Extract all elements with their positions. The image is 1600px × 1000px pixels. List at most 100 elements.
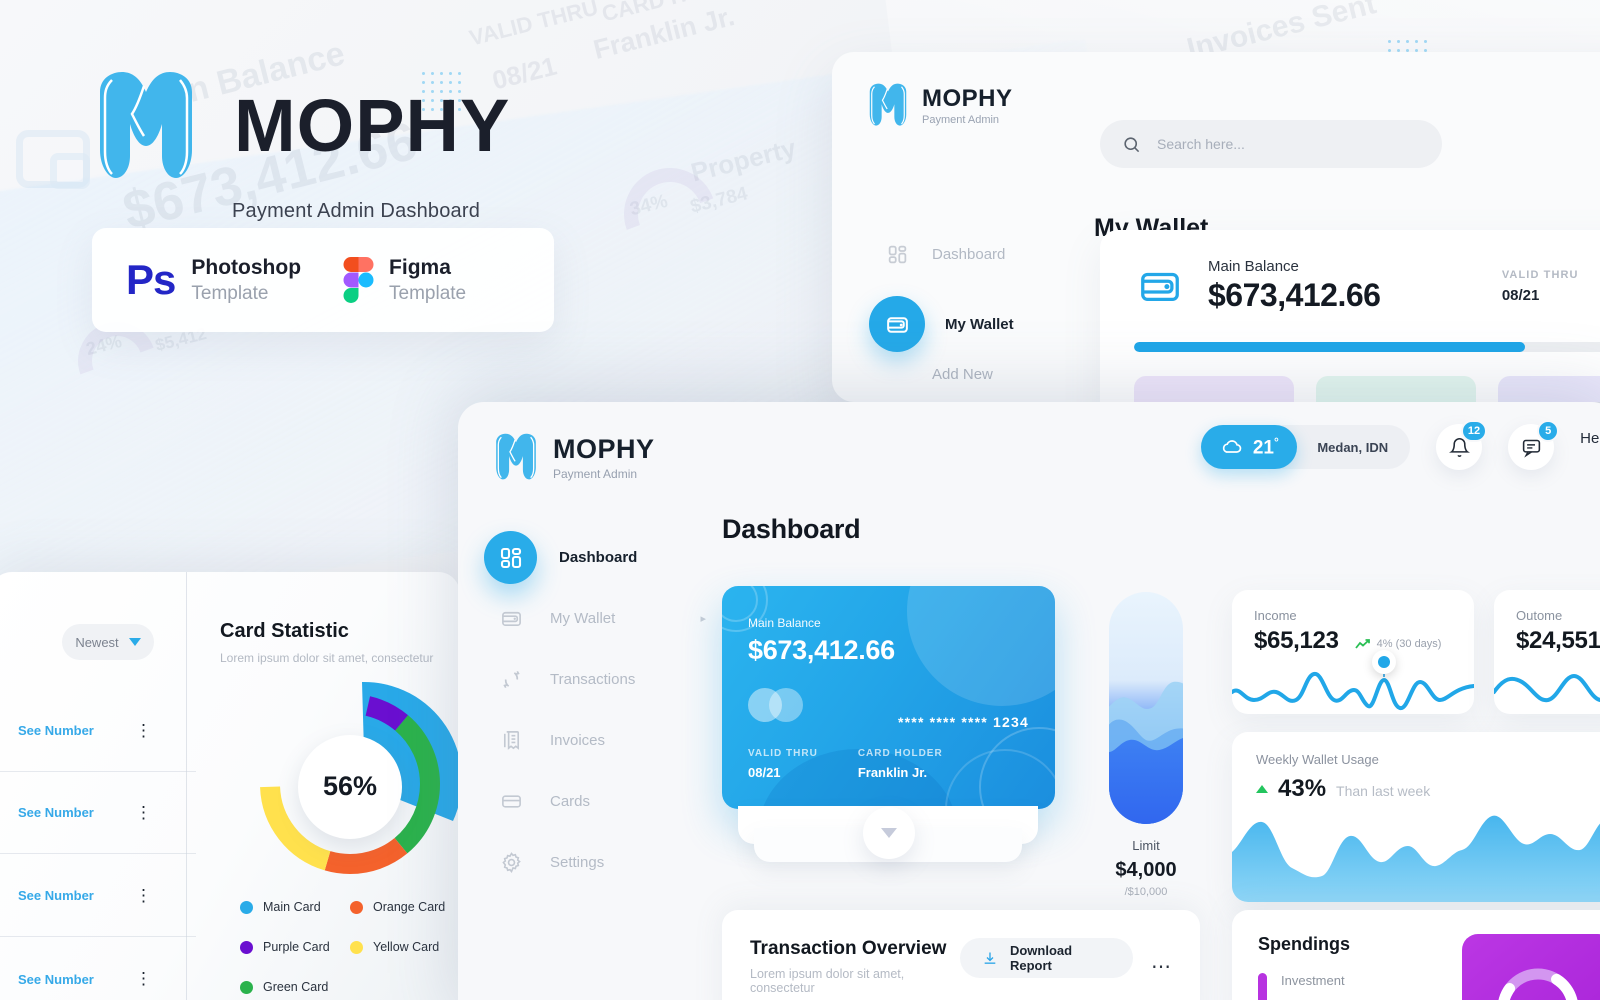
sidebar-item-label: Dashboard (932, 245, 1006, 263)
sidebar-item-my-wallet[interactable]: My Wallet ▸ (494, 588, 724, 649)
download-report-label: Download Report (1009, 943, 1073, 973)
more-vertical-icon[interactable]: ⋮ (135, 970, 152, 987)
mophy-logo-icon (496, 433, 536, 480)
main-dashboard-panel: MOPHY Payment Admin 21° Medan, IDN 12 5 … (458, 402, 1600, 1000)
subnav-item-add-new[interactable]: Add New (932, 366, 1122, 383)
sidebar-item-dashboard[interactable]: Dashboard (882, 228, 1122, 280)
card-number: **** **** **** 1234 (898, 714, 1029, 730)
notifications-button[interactable]: 12 (1436, 420, 1488, 470)
transaction-overview-title: Transaction Overview (750, 938, 947, 959)
income-line-chart (1232, 662, 1474, 710)
weather-temp-value: 21 (1252, 437, 1274, 459)
mophy-logo-icon (92, 68, 200, 184)
front-panel-logo-name: MOPHY (553, 433, 655, 464)
income-chart-marker (1372, 650, 1396, 674)
card-statistic-title: Card Statistic (220, 620, 349, 642)
template-badges-card: Ps Photoshop Template Figma Template (92, 228, 554, 332)
user-profile[interactable]: Hello, Fra Super (1580, 430, 1600, 464)
quick-chip[interactable] (1316, 376, 1476, 402)
photoshop-template-badge[interactable]: Ps Photoshop Template (126, 256, 301, 305)
wallet-dashboard-panel: MOPHY Payment Admin Search here... Dashb… (832, 52, 1600, 402)
more-horizontal-icon[interactable]: ⋯ (1151, 954, 1172, 979)
list-item[interactable]: See Number ⋮ (0, 938, 196, 1000)
sidebar-item-label: Transactions (550, 671, 636, 688)
sidebar-item-cards[interactable]: Cards (494, 771, 724, 832)
spendings-donut-chart: 76% (1492, 963, 1584, 1000)
valid-thru-block: VALID THRU 08/21 (1502, 269, 1579, 304)
legend-color-dot (350, 940, 363, 954)
back-panel-brand: MOPHY Payment Admin (832, 52, 1600, 128)
card-valid-thru-label: VALID THRU (748, 748, 818, 759)
legend-color-dot (350, 900, 363, 914)
legend-item-orange-card: Orange Card (350, 900, 460, 914)
dashboard-icon (882, 239, 912, 269)
quick-chip[interactable] (1498, 376, 1600, 402)
back-panel-logo-sub: Payment Admin (922, 113, 1000, 126)
legend-color-dot (240, 980, 253, 994)
legend-color-dot (240, 900, 253, 914)
see-number-link[interactable]: See Number (18, 972, 94, 987)
download-report-button[interactable]: Download Report (959, 938, 1133, 978)
balance-label: Main Balance (1208, 258, 1299, 275)
usage-title: Weekly Wallet Usage (1256, 752, 1379, 767)
sidebar-item-transactions[interactable]: Transactions (494, 649, 724, 710)
list-item[interactable]: See Number ⋮ (0, 690, 196, 772)
search-icon (1124, 136, 1140, 152)
main-balance-card: Main Balance $673,412.66 VALID THRU 08/2… (1100, 230, 1600, 402)
messages-button[interactable]: 5 (1508, 420, 1560, 470)
see-number-link[interactable]: See Number (18, 888, 94, 903)
list-item[interactable]: See Number ⋮ (0, 855, 196, 937)
transaction-overview-subtitle: Lorem ipsum dolor sit amet, consectetur (750, 967, 905, 995)
more-vertical-icon[interactable]: ⋮ (135, 804, 152, 821)
outcome-label: Outome (1516, 608, 1563, 623)
cloud-icon (1222, 440, 1242, 453)
user-greeting: Hello, Fra (1580, 430, 1600, 447)
wallet-icon (869, 296, 925, 352)
income-card: Income $65,123 4% (30 days) (1232, 590, 1474, 714)
card-statistic-legend: Main Card Orange Card Purple Card Yellow… (240, 900, 460, 994)
sidebar-item-settings[interactable]: Settings (494, 832, 724, 893)
sidebar-item-label: My Wallet (550, 610, 616, 627)
dashboard-icon (484, 531, 537, 584)
sidebar-item-dashboard[interactable]: Dashboard (484, 527, 724, 588)
balance-value: $673,412.66 (1208, 277, 1381, 313)
download-icon (984, 952, 996, 964)
see-number-link[interactable]: See Number (18, 723, 94, 738)
sidebar-item-my-wallet[interactable]: My Wallet ▸ (869, 296, 1122, 352)
more-vertical-icon[interactable]: ⋮ (135, 887, 152, 904)
expand-cards-button[interactable] (863, 807, 915, 859)
income-delta: 4% (30 days) (1354, 638, 1442, 650)
figma-template-badge[interactable]: Figma Template (343, 256, 466, 305)
weather-widget[interactable]: 21° Medan, IDN (1201, 425, 1411, 469)
weekly-wallet-usage-card: Weekly Wallet Usage 43% Than last week (1232, 732, 1600, 902)
see-number-link[interactable]: See Number (18, 805, 94, 820)
back-panel-sidebar: Dashboard My Wallet ▸ Add New Wallet His… (869, 228, 1122, 402)
income-delta-text: 4% (30 days) (1376, 638, 1442, 650)
chevron-down-icon (881, 828, 897, 838)
sort-dropdown[interactable]: Newest (62, 624, 154, 660)
quick-chip[interactable] (1134, 376, 1294, 402)
outcome-value: $24,551 (1516, 627, 1600, 654)
limit-total: /$10,000 (1124, 886, 1168, 898)
page-title: Dashboard (722, 514, 861, 544)
topbar-actions: 21° Medan, IDN 12 5 Hello, Fra Super (1201, 420, 1600, 470)
hero-logo-name: MOPHY (234, 83, 511, 167)
wallet-quick-chips (1134, 376, 1600, 402)
main-balance-credit-card[interactable]: Main Balance $673,412.66 **** **** **** … (722, 586, 1055, 809)
transaction-overview-card: Transaction Overview Lorem ipsum dolor s… (722, 910, 1200, 1000)
list-item[interactable]: See Number ⋮ (0, 772, 196, 854)
sidebar-item-invoices[interactable]: Invoices (494, 710, 724, 771)
card-statistic-donut-chart: 56% (238, 672, 462, 901)
card-balance-label: Main Balance (748, 616, 821, 630)
income-label: Income (1254, 608, 1297, 623)
trend-up-icon (1256, 785, 1268, 793)
figma-icon (343, 257, 374, 303)
sidebar-item-label: My Wallet (945, 315, 1014, 333)
card-statistic-subtitle: Lorem ipsum dolor sit amet, consectetur (220, 651, 434, 665)
weather-temperature-pill: 21° (1201, 425, 1298, 469)
sidebar-item-label: Settings (550, 854, 605, 871)
template-name: Photoshop (191, 255, 302, 279)
invoices-icon (494, 729, 528, 752)
more-vertical-icon[interactable]: ⋮ (135, 722, 152, 739)
back-panel-search-input[interactable]: Search here... (1100, 120, 1442, 168)
